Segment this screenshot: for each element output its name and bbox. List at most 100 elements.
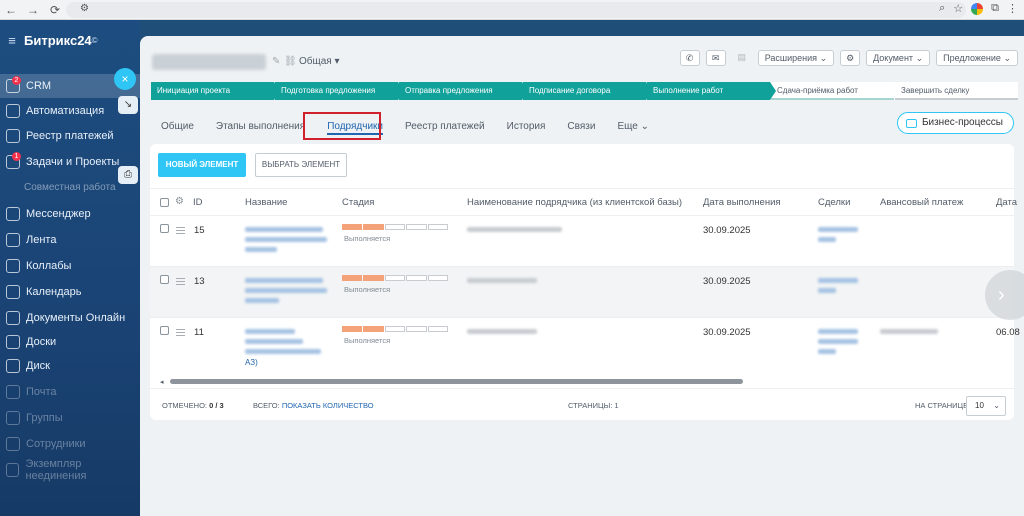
address-bar[interactable] [66,2,966,18]
sidebar-item-employees[interactable]: Сотрудники [0,432,140,456]
sidebar-item-disk[interactable]: Диск [0,354,140,378]
stage-progress[interactable] [342,224,449,230]
close-slider-button[interactable]: × [114,68,136,90]
sidebar-item-payments[interactable]: Реестр платежей [0,124,140,148]
stage-work-execution[interactable]: Выполнение работ [647,82,776,100]
stage-progress[interactable] [342,275,449,281]
tab-general[interactable]: Общие [150,116,205,138]
bookmark-star-icon[interactable]: ☆ [953,2,963,15]
show-count-link[interactable]: ПОКАЗАТЬ КОЛИЧЕСТВО [282,401,374,410]
column-advance-payment[interactable]: Авансовый платеж [880,189,963,217]
column-name[interactable]: Название [245,189,287,217]
deal-link[interactable] [818,227,858,232]
column-date[interactable]: Дата [996,189,1017,217]
row-name-link[interactable] [245,339,303,344]
extensions-icon[interactable]: ⧉ [991,2,999,15]
menu-burger-icon[interactable]: ≡ [0,33,24,48]
sidebar-item-feed[interactable]: Лента [0,228,140,252]
mail-icon[interactable]: ✉ [705,50,726,66]
deal-link[interactable] [818,278,858,283]
row-name-link[interactable] [245,349,321,354]
column-id[interactable]: ID [193,189,203,217]
proposal-dropdown[interactable]: Предложение ⌄ [936,50,1018,66]
row-name-tail[interactable]: АЗ) [245,358,258,367]
column-contractor-name[interactable]: Наименование подрядчика (из клиентской б… [467,189,682,217]
select-element-button[interactable]: ВЫБРАТЬ ЭЛЕМЕНТ [255,153,347,177]
tab-history[interactable]: История [496,116,557,138]
column-stage[interactable]: Стадия [342,189,374,217]
print-button[interactable]: ⎙ [118,166,138,184]
deal-link[interactable] [818,349,836,354]
row-name-link[interactable] [245,247,277,252]
scroll-thumb[interactable] [170,379,743,384]
stage-progress[interactable] [342,326,449,332]
business-processes-button[interactable]: Бизнес-процессы [896,112,1014,134]
row-checkbox[interactable] [160,326,169,335]
table-row[interactable]: 13 Выполняется 30.09.2025 [150,267,1014,318]
back-icon[interactable]: ← [0,3,22,17]
highlight-frame [303,112,381,140]
row-checkbox[interactable] [160,224,169,233]
document-dropdown[interactable]: Документ ⌄ [866,50,931,66]
disk-icon [6,359,20,373]
chrome-profile-icon[interactable] [971,2,984,15]
per-page-select[interactable]: 10 ⌄ [966,396,1006,416]
checked-counter: ОТМЕЧЕНО: 0 / 3 [162,401,224,410]
deal-link[interactable] [818,339,858,344]
site-settings-icon[interactable]: ⚙ [80,3,89,14]
collapse-slider-button[interactable]: ↘ [118,96,138,114]
new-element-button[interactable]: НОВЫЙ ЭЛЕМЕНТ [158,153,246,177]
row-name-link[interactable] [245,288,327,293]
horizontal-scrollbar[interactable]: ◂ [160,378,1006,386]
edit-title-icon[interactable]: ✎ [272,56,280,67]
row-name-link[interactable] [245,237,327,242]
sidebar-item-calendar[interactable]: Календарь [0,280,140,304]
row-name-link[interactable] [245,329,295,334]
reload-icon[interactable]: ⟳ [44,3,66,17]
stage-finish-deal[interactable]: Завершить сделку [895,82,1018,100]
sidebar-item-collabs[interactable]: Коллабы [0,254,140,278]
copy-link-icon[interactable]: ⛓ [284,56,297,67]
tab-execution-stages[interactable]: Этапы выполнения [205,116,316,138]
tab-payment-register[interactable]: Реестр платежей [394,116,496,138]
phone-icon[interactable]: ✆ [679,50,700,66]
sidebar-item-boards[interactable]: Доски [0,330,140,354]
browser-toolbar: ← → ⟳ ⚙ ⌕ ☆ ⧉ ⋮ [0,0,1024,20]
stage-proposal-send[interactable]: Отправка предложения [399,82,528,100]
row-name-link[interactable] [245,278,323,283]
grid-settings-icon[interactable]: ⚙ [175,196,184,207]
column-deals[interactable]: Сделки [818,189,850,217]
sidebar-item-groups[interactable]: Группы [0,406,140,430]
tab-more[interactable]: Еще ⌄ [606,116,660,138]
category-dropdown[interactable]: Общая ▾ [299,56,340,67]
forward-icon[interactable]: → [22,3,44,17]
extensions-dropdown[interactable]: Расширения ⌄ [757,50,835,66]
settings-gear-icon[interactable]: ⚙ [840,50,861,66]
tab-links[interactable]: Связи [556,116,606,138]
stage-contract-sign[interactable]: Подписание договора [523,82,652,100]
bitrix-logo[interactable]: Битрикс24 [24,33,92,48]
scroll-left-icon[interactable]: ◂ [160,378,164,386]
drag-handle-icon[interactable] [176,278,185,285]
row-checkbox[interactable] [160,275,169,284]
stage-proposal-prep[interactable]: Подготовка предложения [275,82,404,100]
zoom-icon[interactable]: ⌕ [939,2,945,15]
drag-handle-icon[interactable] [176,329,185,336]
select-all-checkbox[interactable] [160,198,169,207]
stage-initiation[interactable]: Инициация проекта [151,82,280,100]
sidebar-item-messenger[interactable]: Мессенджер [0,202,140,226]
drag-handle-icon[interactable] [176,227,185,234]
deal-link[interactable] [818,329,858,334]
table-row[interactable]: 15 Выполняется 30.09.2025 [150,216,1014,267]
deal-link[interactable] [818,237,836,242]
sidebar-item-docs-online[interactable]: Документы Онлайн [0,306,140,330]
column-completion-date[interactable]: Дата выполнения [703,189,781,217]
row-name-link[interactable] [245,227,323,232]
stage-acceptance[interactable]: Сдача-приёмка работ [771,82,900,100]
sidebar-item-mail[interactable]: Почта [0,380,140,404]
row-name-link[interactable] [245,298,279,303]
deal-link[interactable] [818,288,836,293]
table-row[interactable]: 11 АЗ) Выполняется 30.09.2025 06.08 [150,318,1020,378]
browser-menu-icon[interactable]: ⋮ [1007,2,1018,15]
sidebar-item-misc[interactable]: Экземпляр неединения [0,458,140,482]
